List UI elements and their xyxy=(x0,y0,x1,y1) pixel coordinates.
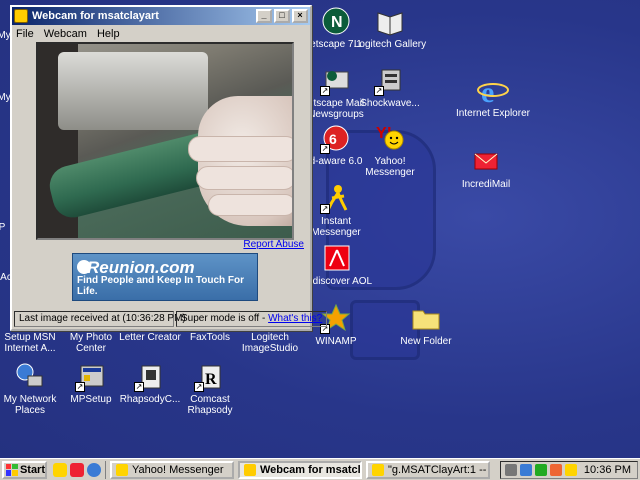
netscape-icon: N xyxy=(320,5,352,37)
super-mode-text: Super mode is off - xyxy=(181,313,269,324)
incredimail-quicklaunch-icon[interactable] xyxy=(70,462,84,477)
window-title: Webcam for msatclayart xyxy=(32,10,159,22)
last-image-status: Last image received at (10:36:28 PM) xyxy=(14,311,186,327)
network-icon xyxy=(14,360,46,392)
desktop-icon-shockwave[interactable]: ↗ Shockwave... xyxy=(352,64,428,109)
svg-text:N: N xyxy=(331,14,343,31)
rhapsody-icon: ↗ xyxy=(134,360,166,392)
whats-this-link[interactable]: What's this? xyxy=(268,313,322,324)
start-button[interactable]: Start xyxy=(2,460,47,479)
desktop-icon-logitech-gallery[interactable]: Logitech Gallery xyxy=(352,5,428,50)
app-tray-icon[interactable] xyxy=(534,463,547,476)
adaware-icon: 6 ↗ xyxy=(320,122,352,154)
menu-bar: File Webcam Help xyxy=(12,25,310,42)
setup-icon: ↗ xyxy=(75,360,107,392)
rhapsody-icon: R ↗ xyxy=(194,360,226,392)
reunion-ad-banner[interactable]: Reunion.com Find People and Keep In Touc… xyxy=(72,253,258,301)
ie-icon: e xyxy=(477,74,509,109)
app2-tray-icon[interactable] xyxy=(549,463,562,476)
minimize-button[interactable]: _ xyxy=(256,9,272,23)
close-button[interactable]: × xyxy=(292,9,308,23)
aol-icon xyxy=(320,242,352,274)
quick-launch xyxy=(53,460,106,479)
menu-file[interactable]: File xyxy=(16,28,34,40)
network-tray-icon[interactable] xyxy=(519,463,532,476)
book-icon xyxy=(374,5,406,37)
taskbar: Start Yahoo! Messenger Webcam for msatcl… xyxy=(0,458,640,480)
mail-icon: ↗ xyxy=(320,64,352,96)
start-label: Start xyxy=(19,463,45,476)
aim-icon: ↗ xyxy=(320,182,352,214)
webcam-window: Webcam for msatclayart _ □ × File Webcam… xyxy=(10,5,328,331)
windows-flag-icon xyxy=(6,463,18,476)
menu-webcam[interactable]: Webcam xyxy=(44,28,87,40)
maximize-button[interactable]: □ xyxy=(274,9,290,23)
desktop-partial-label: P xyxy=(0,222,6,233)
svg-text:6: 6 xyxy=(329,131,337,147)
svg-text:R: R xyxy=(205,371,217,388)
system-tray: 10:36 PM xyxy=(499,460,638,479)
webcam-app-icon xyxy=(14,9,28,23)
window-titlebar[interactable]: Webcam for msatclayart _ □ × xyxy=(12,7,310,25)
yahoo-task-icon xyxy=(116,463,128,476)
webcam-task-icon xyxy=(244,463,256,476)
speaker-tray-icon[interactable] xyxy=(504,463,517,476)
task-chat[interactable]: "g.MSATClayArt:1 -- Chat xyxy=(366,460,490,479)
svg-text:e: e xyxy=(481,76,494,106)
media-quicklaunch-icon[interactable] xyxy=(87,462,101,477)
desktop-icon-new-folder[interactable]: New Folder xyxy=(388,302,464,347)
desktop-icon-logitech-imagestudio[interactable]: Logitech ImageStudio xyxy=(232,332,308,354)
folder-icon xyxy=(410,302,442,334)
clock: 10:36 PM xyxy=(583,463,631,476)
chat-task-icon xyxy=(372,463,384,476)
desktop-icon-internet-explorer[interactable]: e Internet Explorer xyxy=(455,74,531,119)
task-yahoo-messenger[interactable]: Yahoo! Messenger xyxy=(110,460,234,479)
report-abuse-link[interactable]: Report Abuse xyxy=(243,239,304,250)
desktop-icon-yahoo-messenger[interactable]: Y! Yahoo! Messenger xyxy=(352,122,428,178)
yahoo-icon: Y! xyxy=(374,122,406,154)
webcam-feed xyxy=(36,42,294,240)
yahoo-tray-icon[interactable] xyxy=(564,463,577,476)
yahoo-quicklaunch-icon[interactable] xyxy=(53,462,67,477)
desktop-icon-incredimail[interactable]: IncrediMail xyxy=(448,145,524,190)
banner-tagline: Find People and Keep In Touch For Life. xyxy=(77,275,245,297)
envelope-icon xyxy=(470,145,502,177)
super-mode-status: Super mode is off - What's this? xyxy=(176,311,328,327)
shockwave-icon: ↗ xyxy=(374,64,406,96)
status-bar: Last image received at (10:36:28 PM) Sup… xyxy=(14,311,328,327)
desktop-icon-comcast-rhapsody[interactable]: R ↗ Comcast Rhapsody xyxy=(172,360,248,416)
task-webcam[interactable]: Webcam for msatcla... xyxy=(238,460,362,479)
menu-help[interactable]: Help xyxy=(97,28,120,40)
